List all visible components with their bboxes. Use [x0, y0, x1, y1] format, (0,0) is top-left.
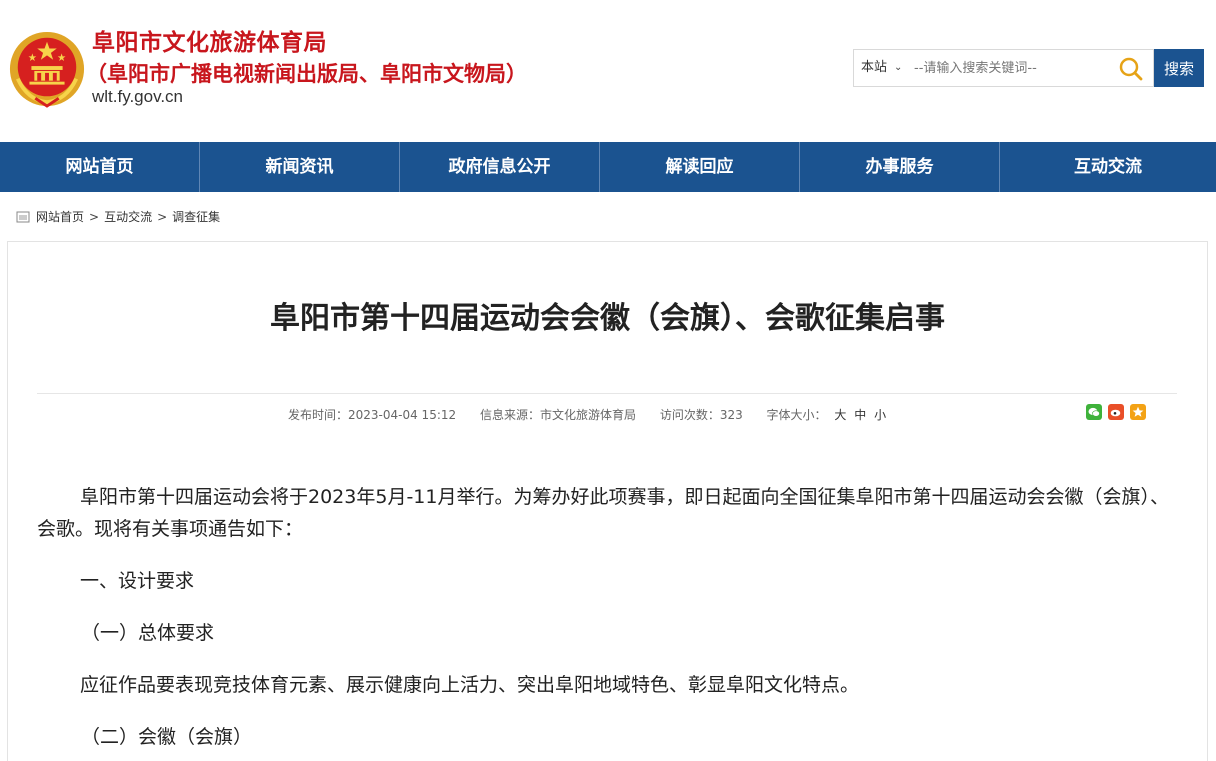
search-scope-select[interactable]: 本站 ⌄	[854, 50, 910, 86]
site-header: 阜阳市文化旅游体育局 （阜阳市广播电视新闻出版局、阜阳市文物局） wlt.fy.…	[0, 0, 1216, 142]
article-meta: 发布时间：2023-04-04 15:12 信息来源：市文化旅游体育局 访问次数…	[288, 406, 890, 424]
subsection-heading: （一）总体要求	[81, 622, 215, 644]
site-domain: wlt.fy.gov.cn	[92, 87, 184, 106]
search-scope-label: 本站	[861, 60, 888, 75]
breadcrumb-separator: >	[89, 210, 100, 224]
weibo-icon[interactable]	[1108, 404, 1124, 420]
nav-item-services[interactable]: 办事服务	[800, 142, 1000, 192]
search-input[interactable]	[914, 50, 1114, 86]
article-body: 阜阳市第十四届运动会将于2023年5月-11月举行。为筹办好此项赛事，即日起面向…	[37, 481, 1179, 761]
national-emblem-icon	[9, 31, 85, 108]
nav-item-news[interactable]: 新闻资讯	[200, 142, 400, 192]
qzone-icon[interactable]	[1130, 404, 1146, 420]
nav-item-interpretation[interactable]: 解读回应	[600, 142, 800, 192]
font-size-label: 字体大小：	[766, 408, 827, 422]
font-size-medium[interactable]: 中	[854, 408, 866, 422]
article-paragraph: 阜阳市第十四届运动会将于2023年5月-11月举行。为筹办好此项赛事，即日起面向…	[37, 486, 1169, 540]
visit-count: 访问次数：323	[659, 408, 743, 422]
nav-item-interaction[interactable]: 互动交流	[1000, 142, 1216, 192]
title-divider	[37, 393, 1177, 394]
wechat-icon[interactable]	[1086, 404, 1102, 420]
article-paragraph: 应征作品要表现竞技体育元素、展示健康向上活力、突出阜阳地域特色、彰显阜阳文化特点…	[80, 674, 860, 696]
breadcrumb-survey[interactable]: 调查征集	[172, 208, 220, 226]
subsection-heading: （二）会徽（会旗）	[81, 726, 253, 748]
nav-item-home[interactable]: 网站首页	[0, 142, 200, 192]
main-nav: 网站首页 新闻资讯 政府信息公开 解读回应 办事服务 互动交流	[0, 142, 1216, 192]
breadcrumb-interaction[interactable]: 互动交流	[104, 208, 152, 226]
article-title: 阜阳市第十四届运动会会徽（会旗）、会歌征集启事	[270, 301, 945, 336]
font-size-small[interactable]: 小	[874, 408, 886, 422]
home-icon	[16, 211, 30, 223]
section-heading: 一、设计要求	[80, 570, 195, 592]
breadcrumb: 网站首页 > 互动交流 > 调查征集	[16, 208, 220, 226]
breadcrumb-home[interactable]: 网站首页	[36, 208, 84, 226]
font-size-large[interactable]: 大	[834, 408, 846, 422]
info-source: 信息来源：市文化旅游体育局	[479, 408, 636, 422]
nav-item-gov-info[interactable]: 政府信息公开	[400, 142, 600, 192]
site-subtitle: （阜阳市广播电视新闻出版局、阜阳市文物局）	[86, 61, 527, 86]
chevron-down-icon: ⌄	[894, 62, 903, 73]
site-title: 阜阳市文化旅游体育局	[92, 29, 327, 56]
breadcrumb-separator: >	[157, 210, 168, 224]
publish-time: 发布时间：2023-04-04 15:12	[288, 408, 457, 422]
search-button[interactable]: 搜索	[1154, 49, 1204, 87]
search-box: 本站 ⌄	[853, 49, 1154, 87]
article-container: 阜阳市第十四届运动会会徽（会旗）、会歌征集启事 发布时间：2023-04-04 …	[7, 241, 1208, 761]
search-icon[interactable]	[1118, 56, 1144, 82]
share-buttons	[1086, 404, 1146, 420]
